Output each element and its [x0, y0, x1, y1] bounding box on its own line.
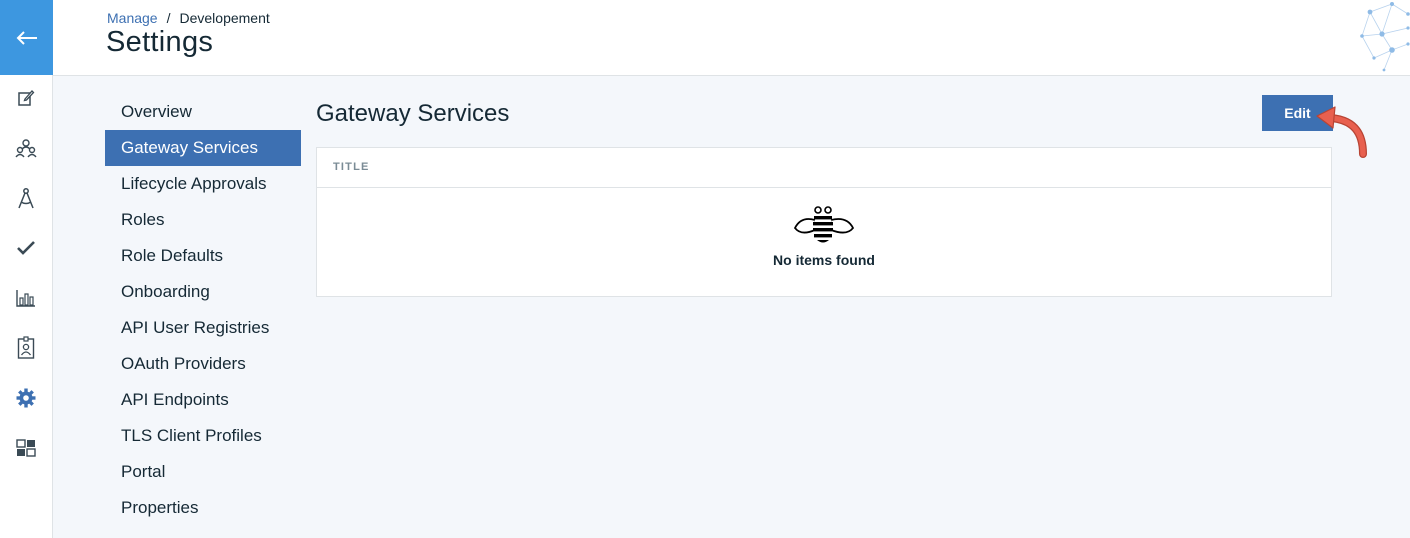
subnav-item-oauth-providers[interactable]: OAuth Providers	[105, 346, 301, 382]
settings-subnav: Overview Gateway Services Lifecycle Appr…	[105, 94, 301, 526]
empty-state-text: No items found	[773, 252, 875, 268]
bee-icon	[793, 206, 855, 243]
breadcrumb: Manage / Developement	[107, 10, 270, 26]
nav-consumers[interactable]	[0, 328, 52, 368]
nav-analytics[interactable]	[0, 278, 52, 318]
subnav-item-properties[interactable]: Properties	[105, 490, 301, 526]
subnav-item-gateway-services[interactable]: Gateway Services	[105, 130, 301, 166]
checkmark-icon	[17, 241, 35, 255]
network-graphic-icon	[1360, 2, 1410, 72]
nav-design[interactable]	[0, 178, 52, 218]
breadcrumb-link-manage[interactable]: Manage	[107, 10, 158, 26]
gear-icon	[16, 388, 36, 408]
subnav-item-tls-client-profiles[interactable]: TLS Client Profiles	[105, 418, 301, 454]
subnav-item-api-user-registries[interactable]: API User Registries	[105, 310, 301, 346]
gateway-services-table: TITLE No items found	[316, 147, 1332, 297]
breadcrumb-current: Developement	[179, 10, 270, 26]
nav-dashboard[interactable]	[0, 428, 52, 468]
nav-approvals[interactable]	[0, 228, 52, 268]
back-arrow-icon	[16, 30, 37, 45]
page-header: Manage / Developement Settings	[53, 0, 1410, 76]
section-title: Gateway Services	[316, 100, 510, 127]
page-title: Settings	[106, 26, 214, 58]
main-content: Overview Gateway Services Lifecycle Appr…	[53, 76, 1410, 538]
people-icon	[15, 139, 37, 158]
edit-icon	[18, 90, 35, 106]
breadcrumb-separator: /	[166, 10, 171, 26]
subnav-item-overview[interactable]: Overview	[105, 94, 301, 130]
left-nav-rail	[0, 0, 53, 538]
subnav-item-api-endpoints[interactable]: API Endpoints	[105, 382, 301, 418]
subnav-item-roles[interactable]: Roles	[105, 202, 301, 238]
subnav-item-lifecycle-approvals[interactable]: Lifecycle Approvals	[105, 166, 301, 202]
subnav-item-portal[interactable]: Portal	[105, 454, 301, 490]
nav-members[interactable]	[0, 128, 52, 168]
bar-chart-icon	[16, 290, 35, 307]
empty-state: No items found	[317, 188, 1331, 296]
back-button[interactable]	[0, 0, 53, 75]
subnav-item-onboarding[interactable]: Onboarding	[105, 274, 301, 310]
nav-settings[interactable]	[0, 378, 52, 418]
badge-icon	[17, 336, 35, 359]
subnav-item-role-defaults[interactable]: Role Defaults	[105, 238, 301, 274]
column-header-title[interactable]: TITLE	[317, 148, 1331, 188]
nav-develop[interactable]	[0, 78, 52, 118]
compass-icon	[18, 188, 34, 209]
dashboard-grid-icon	[16, 439, 36, 457]
